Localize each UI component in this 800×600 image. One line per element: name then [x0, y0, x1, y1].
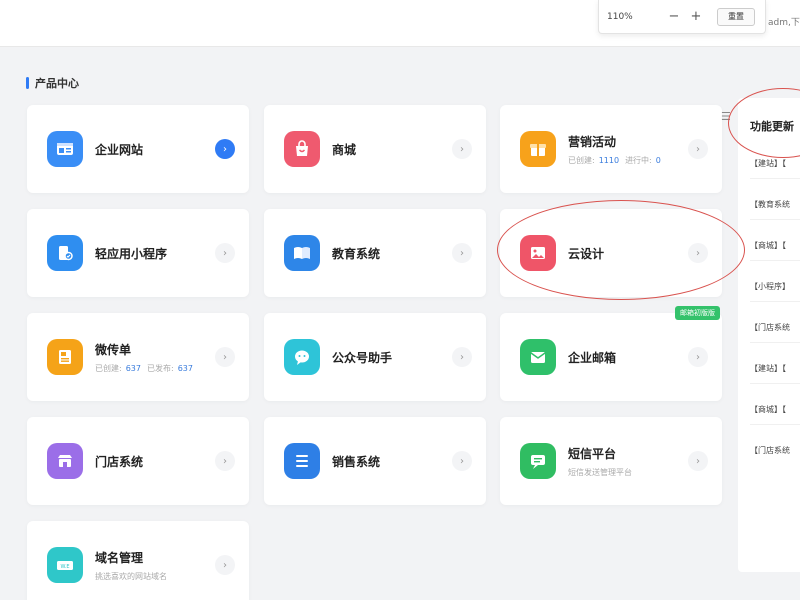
chevron-right-icon[interactable]: › — [452, 243, 472, 263]
created-label: 已创建: — [568, 155, 595, 165]
card-education[interactable]: 教育系统 › — [264, 209, 486, 297]
update-panel: 功能更新 【建站】【 【教育系统 【商城】【 【小程序】 【门店系统 【建站】【… — [738, 98, 800, 572]
divider — [750, 342, 800, 343]
zoom-in-button[interactable]: + — [685, 9, 707, 24]
section-title-text: 产品中心 — [35, 77, 79, 90]
running-label: 进行中: — [625, 155, 652, 165]
sms-icon — [520, 443, 556, 479]
card-subtitle: 短信发送管理平台 — [568, 467, 632, 477]
created-label: 已创建: — [95, 363, 122, 373]
website-icon — [47, 131, 83, 167]
flyer-icon — [47, 339, 83, 375]
card-wechat[interactable]: 公众号助手 › — [264, 313, 486, 401]
card-name: 门店系统 — [95, 454, 144, 469]
chat-bubble-icon — [284, 339, 320, 375]
card-name: 企业邮箱 — [568, 350, 617, 365]
divider — [750, 383, 800, 384]
card-stats: 已创建: 637 已发布: 637 — [95, 363, 199, 374]
created-count: 637 — [125, 363, 141, 373]
published-count: 637 — [177, 363, 193, 373]
chevron-right-icon[interactable]: › — [215, 243, 235, 263]
card-name: 云设计 — [568, 246, 605, 261]
chevron-right-icon[interactable]: › — [688, 139, 708, 159]
chevron-right-icon[interactable]: › — [452, 347, 472, 367]
chevron-right-icon[interactable]: › — [215, 347, 235, 367]
title-bar-decoration — [26, 77, 29, 89]
zoom-reset-button[interactable]: 重置 — [717, 7, 755, 26]
book-icon — [284, 235, 320, 271]
image-icon — [520, 235, 556, 271]
zoom-level: 110% — [607, 11, 633, 22]
section-title: 产品中心 — [26, 76, 79, 90]
list-icon — [284, 443, 320, 479]
card-name: 短信平台 — [568, 446, 617, 461]
card-design[interactable]: 云设计 › — [500, 209, 722, 297]
card-sales[interactable]: 销售系统 › — [264, 417, 486, 505]
chevron-right-icon[interactable]: › — [452, 139, 472, 159]
divider — [750, 178, 800, 179]
divider — [750, 301, 800, 302]
chevron-right-icon[interactable]: › — [215, 139, 235, 159]
card-name: 商城 — [332, 142, 357, 157]
chevron-right-icon[interactable]: › — [688, 243, 708, 263]
miniprogram-icon — [47, 235, 83, 271]
card-name: 公众号助手 — [332, 350, 393, 365]
user-name[interactable]: adm,下 — [768, 15, 800, 28]
zoom-out-button[interactable]: − — [663, 9, 685, 24]
domain-ticket-icon: W.E — [47, 547, 83, 583]
card-subtitle: 挑选喜欢的网站域名 — [95, 571, 167, 581]
menu-icon[interactable]: ☰ — [721, 110, 731, 123]
chevron-right-icon[interactable]: › — [688, 451, 708, 471]
card-flyer[interactable]: 微传单 已创建: 637 已发布: 637 › — [27, 313, 249, 401]
gift-icon — [520, 131, 556, 167]
update-item[interactable]: 【商城】【 — [750, 240, 786, 251]
update-item[interactable]: 【门店系统 — [750, 322, 790, 333]
created-count: 1110 — [598, 155, 620, 165]
card-domain[interactable]: W.E 域名管理 挑选喜欢的网站域名 › — [27, 521, 249, 600]
running-count: 0 — [655, 155, 661, 165]
update-item[interactable]: 【门店系统 — [750, 445, 790, 456]
card-name: 域名管理 — [95, 550, 144, 565]
mail-icon — [520, 339, 556, 375]
chevron-right-icon[interactable]: › — [215, 451, 235, 471]
card-stats: 已创建: 1110 进行中: 0 — [568, 155, 667, 166]
chevron-right-icon[interactable]: › — [688, 347, 708, 367]
card-name: 轻应用小程序 — [95, 246, 168, 261]
card-website[interactable]: 企业网站 › — [27, 105, 249, 193]
status-badge: 邮箱初版版 — [675, 306, 720, 320]
update-item[interactable]: 【小程序】 — [750, 281, 790, 292]
card-mail[interactable]: 邮箱初版版 企业邮箱 › — [500, 306, 722, 401]
card-name: 微传单 — [95, 342, 132, 357]
update-item[interactable]: 【建站】【 — [750, 363, 786, 374]
divider — [750, 219, 800, 220]
card-name: 营销活动 — [568, 134, 617, 149]
chevron-right-icon[interactable]: › — [215, 555, 235, 575]
svg-text:W.E: W.E — [60, 564, 69, 570]
card-sms[interactable]: 短信平台 短信发送管理平台 › — [500, 417, 722, 505]
card-name: 教育系统 — [332, 246, 381, 261]
zoom-popup: 110% − + 重置 — [598, 0, 766, 34]
divider — [750, 260, 800, 261]
shopping-bag-icon — [284, 131, 320, 167]
card-store[interactable]: 门店系统 › — [27, 417, 249, 505]
card-miniprogram[interactable]: 轻应用小程序 › — [27, 209, 249, 297]
published-label: 已发布: — [146, 363, 174, 373]
card-mall[interactable]: 商城 › — [264, 105, 486, 193]
chevron-right-icon[interactable]: › — [452, 451, 472, 471]
update-item[interactable]: 【商城】【 — [750, 404, 786, 415]
card-marketing[interactable]: 营销活动 已创建: 1110 进行中: 0 › — [500, 105, 722, 193]
update-item[interactable]: 【建站】【 — [750, 158, 786, 169]
update-item[interactable]: 【教育系统 — [750, 199, 790, 210]
card-name: 企业网站 — [95, 142, 144, 157]
divider — [750, 424, 800, 425]
update-panel-title: 功能更新 — [750, 120, 794, 133]
store-icon — [47, 443, 83, 479]
card-name: 销售系统 — [332, 454, 381, 469]
